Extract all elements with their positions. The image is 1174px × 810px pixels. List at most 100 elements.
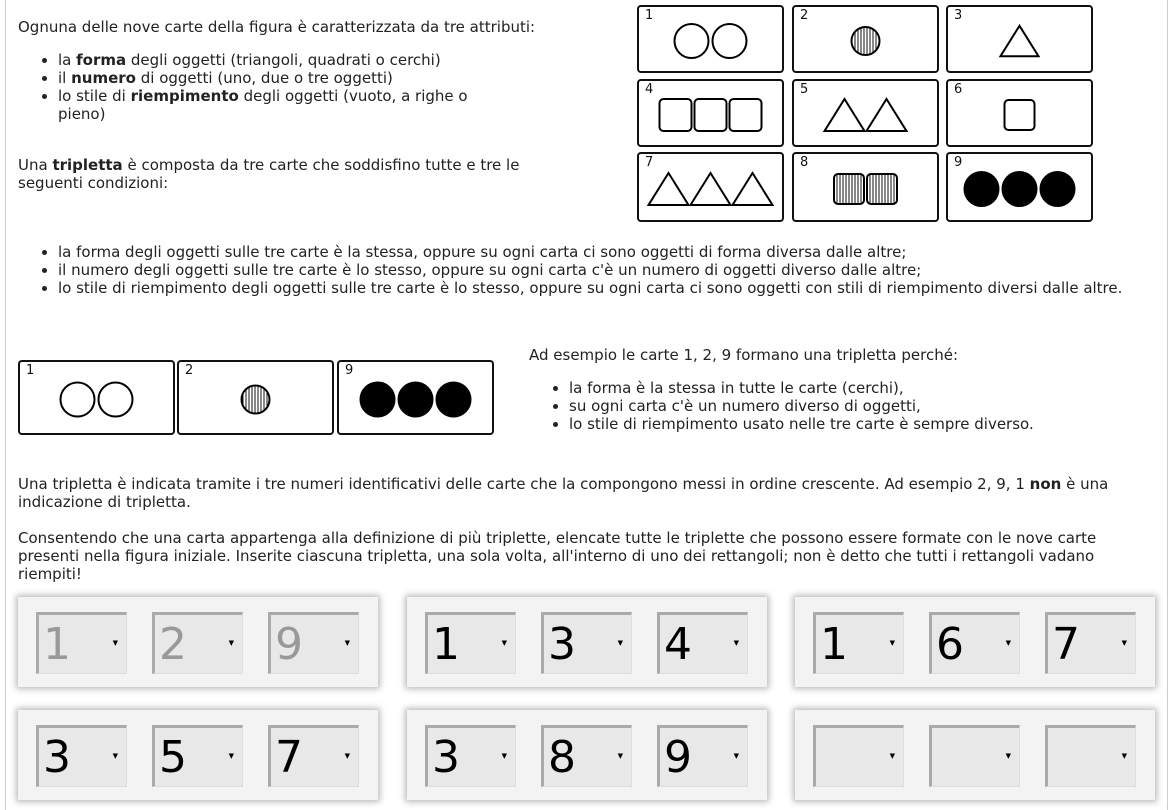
card-number: 4 [645,82,654,97]
dropdown-arrow-icon[interactable]: ▼ [1006,639,1011,647]
dropdown-arrow-icon[interactable]: ▼ [890,639,895,647]
triplet-box: 3 ▼ 5 ▼ 7 ▼ [18,710,378,800]
dropdown-arrow-icon[interactable]: ▼ [229,639,234,647]
selected-value: 9 [275,619,303,670]
card-illustration [240,384,271,415]
card-number: 3 [954,8,963,23]
card-select[interactable]: 7 ▼ [1045,612,1136,674]
triangle-shape [646,171,691,206]
card-select[interactable]: 6 ▼ [929,612,1020,674]
card-9: 9 [337,360,494,435]
card-select[interactable]: ▼ [813,725,904,787]
card-number: 5 [800,82,809,97]
attribute-item: la forma degli oggetti (triangoli, quadr… [58,51,558,69]
circle-shape [397,381,434,418]
card-number: 9 [954,155,963,170]
attributes-list: la forma degli oggetti (triangoli, quadr… [18,51,558,123]
dropdown-arrow-icon[interactable]: ▼ [734,752,739,760]
card-select[interactable]: 4 ▼ [657,612,748,674]
dropdown-arrow-icon[interactable]: ▼ [113,752,118,760]
example-text: Ad esempio le carte 1, 2, 9 formano una … [529,346,958,364]
card-number: 1 [645,8,654,23]
circle-shape [435,381,472,418]
card-select[interactable]: 3 ▼ [425,725,516,787]
card-illustration [359,381,472,418]
card-4: 4 [637,79,784,147]
condition-item: lo stile di riempimento degli oggetti su… [58,279,1174,297]
card-select[interactable]: 8 ▼ [541,725,632,787]
dropdown-arrow-icon[interactable]: ▼ [618,639,623,647]
card-select[interactable]: 2 ▼ [152,612,243,674]
triplet-box: 1 ▼ 2 ▼ 9 ▼ [18,597,378,687]
dropdown-arrow-icon[interactable]: ▼ [890,752,895,760]
dropdown-arrow-icon[interactable]: ▼ [113,639,118,647]
dropdown-arrow-icon[interactable]: ▼ [345,639,350,647]
selected-value: 6 [936,619,964,670]
selected-value: 2 [159,619,187,670]
selected-value: 1 [820,619,848,670]
dropdown-arrow-icon[interactable]: ▼ [734,639,739,647]
card-8: 8 [792,152,939,222]
card-select[interactable]: 3 ▼ [36,725,127,787]
card-select[interactable]: 1 ▼ [425,612,516,674]
attribute-item: lo stile di riempimento degli oggetti (v… [58,87,518,123]
triangle-shape [688,171,733,206]
intro-section: Ognuna delle nove carte della figura è c… [18,18,558,192]
triplet-box: ▼ ▼ ▼ [795,710,1155,800]
triplet-box: 1 ▼ 3 ▼ 4 ▼ [407,597,767,687]
card-select[interactable]: 3 ▼ [541,612,632,674]
card-select[interactable]: 9 ▼ [657,725,748,787]
dropdown-arrow-icon[interactable]: ▼ [502,639,507,647]
card-number: 1 [26,363,35,378]
card-number: 7 [645,155,654,170]
card-1: 1 [637,5,784,73]
card-select[interactable]: ▼ [1045,725,1136,787]
dropdown-arrow-icon[interactable]: ▼ [1006,752,1011,760]
conditions-list: la forma degli oggetti sulle tre carte è… [18,243,1174,297]
triplet-box: 1 ▼ 6 ▼ 7 ▼ [795,597,1155,687]
reason-item: la forma è la stessa in tutte le carte (… [569,379,1129,397]
selected-value: 3 [548,619,576,670]
circle-shape [673,23,710,59]
circle-shape [711,23,748,59]
dropdown-arrow-icon[interactable]: ▼ [1122,752,1127,760]
intro-paragraph: Ognuna delle nove carte della figura è c… [18,18,536,36]
reason-item: lo stile di riempimento usato nelle tre … [569,415,1129,433]
condition-item: il numero degli oggetti sulle tre carte … [58,261,1174,279]
selected-value: 5 [159,732,187,783]
dropdown-arrow-icon[interactable]: ▼ [1122,639,1127,647]
card-3: 3 [946,5,1093,73]
reason-item: su ogni carta c'è un numero diverso di o… [569,397,1129,415]
card-select[interactable]: 5 ▼ [152,725,243,787]
card-select[interactable]: 1 ▼ [813,612,904,674]
circle-shape [1039,171,1076,207]
card-2: 2 [792,5,939,73]
card-number: 9 [345,363,354,378]
card-select[interactable]: 9 ▼ [268,612,359,674]
card-6: 6 [946,79,1093,147]
notation-paragraph: Una tripletta è indicata tramite i tre n… [18,475,1109,511]
example-reasons: la forma è la stessa in tutte le carte (… [529,379,1129,433]
condition-item: la forma degli oggetti sulle tre carte è… [58,243,1174,261]
triplet-definition: Una tripletta è composta da tre carte ch… [18,156,520,192]
card-illustration [646,171,775,206]
dropdown-arrow-icon[interactable]: ▼ [229,752,234,760]
circle-shape [1001,171,1038,207]
circle-shape [850,26,881,56]
card-select[interactable]: 1 ▼ [36,612,127,674]
card-select[interactable]: ▼ [929,725,1020,787]
card-5: 5 [792,79,939,147]
triangle-shape [822,97,867,132]
dropdown-arrow-icon[interactable]: ▼ [618,752,623,760]
dropdown-arrow-icon[interactable]: ▼ [502,752,507,760]
example-explanation: Ad esempio le carte 1, 2, 9 formano una … [529,346,1129,433]
circle-shape [59,381,96,418]
selected-value: 4 [664,619,692,670]
card-number: 6 [954,82,963,97]
card-select[interactable]: 7 ▼ [268,725,359,787]
card-1: 1 [18,360,175,435]
instructions-paragraph: Consentendo che una carta appartenga all… [18,529,1097,583]
square-shape [693,98,728,132]
dropdown-arrow-icon[interactable]: ▼ [345,752,350,760]
card-illustration [673,23,748,59]
